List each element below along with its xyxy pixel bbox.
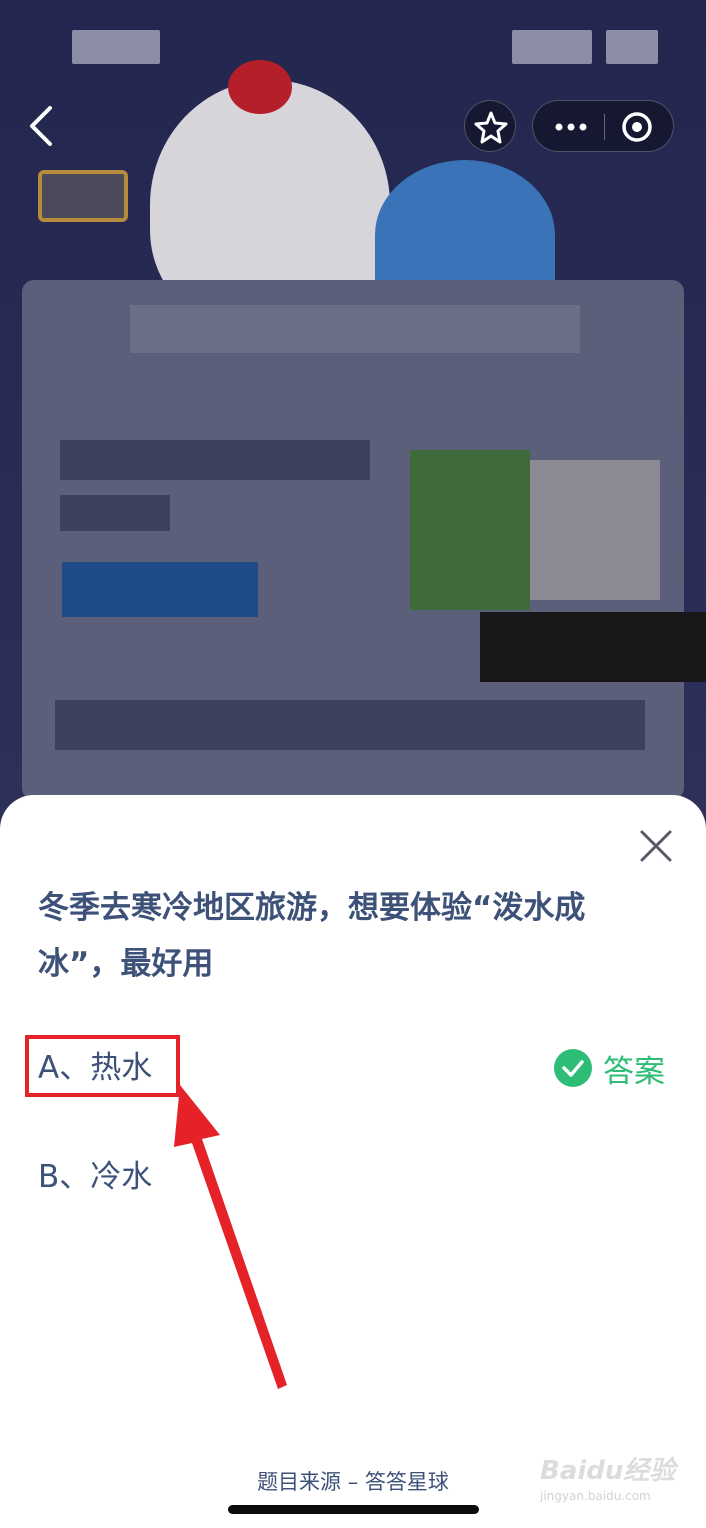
watermark-brand: Baidu经验 [540,1456,676,1486]
status-bar-time [72,30,160,64]
question-text: 冬季去寒冷地区旅游，想要体验“泼水成冰”，最好用 [38,890,586,982]
close-icon[interactable] [632,822,680,870]
medal-frame-illustration [38,170,128,222]
answer-badge: 答案 [553,1046,665,1090]
blurred-text [60,440,370,480]
blurred-image [410,450,530,610]
blurred-side-tag [480,612,706,682]
baidu-watermark: Baidu经验 jingyan.baidu.com [540,1450,700,1520]
favorite-button[interactable] [464,100,516,152]
option-b[interactable]: B、冷水 [38,1152,152,1202]
answer-label: 答案 [603,1053,665,1090]
chick-comb-illustration [228,60,292,114]
blurred-image [530,460,660,600]
miniapp-capsule [532,100,674,152]
more-dots-icon[interactable] [551,111,591,143]
star-icon [474,111,508,144]
watermark-url: jingyan.baidu.com [540,1489,651,1503]
blurred-text [55,700,645,750]
blurred-button [62,562,258,617]
chevron-left-icon[interactable] [22,100,62,152]
capsule-divider [604,114,605,140]
status-bar-signal [512,30,592,64]
blurred-text [130,305,580,353]
status-bar-battery [606,30,658,64]
red-arrow-annotation [174,1085,287,1389]
home-indicator[interactable] [228,1505,479,1514]
blurred-text [60,495,170,531]
check-circle-icon [554,1049,592,1087]
target-icon[interactable] [619,111,655,143]
